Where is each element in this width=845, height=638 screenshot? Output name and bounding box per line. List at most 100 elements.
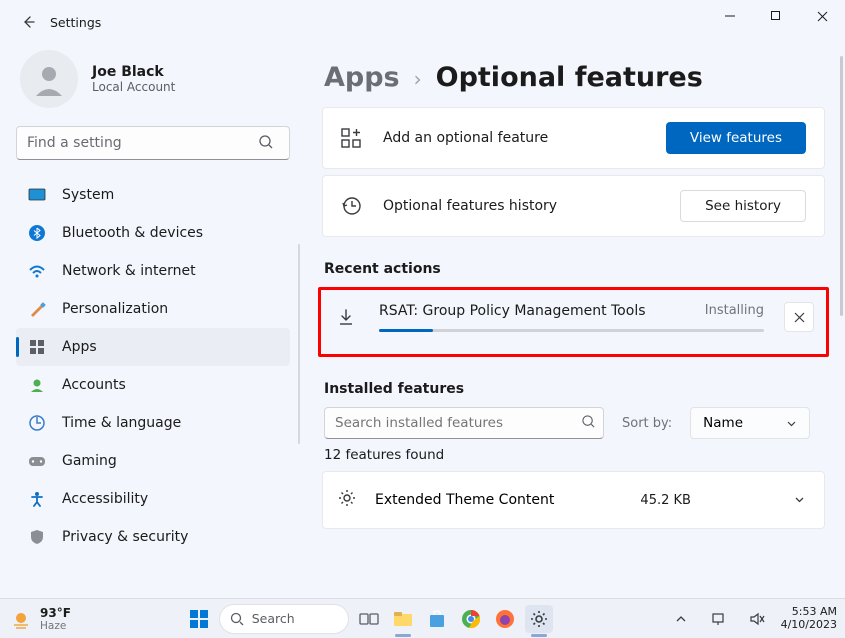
- tray-expand-button[interactable]: [667, 605, 695, 633]
- close-icon: [794, 312, 805, 323]
- windows-icon: [189, 609, 209, 629]
- page-title: Optional features: [436, 62, 703, 93]
- bluetooth-icon: [28, 224, 46, 242]
- content-pane: Apps › Optional features Add an optional…: [300, 44, 845, 598]
- taskbar-app-store[interactable]: [423, 605, 451, 633]
- tray-volume-button[interactable]: [743, 605, 771, 633]
- nav-list: System Bluetooth & devices Network & int…: [16, 176, 290, 556]
- taskbar-app-settings[interactable]: [525, 605, 553, 633]
- weather-widget[interactable]: 93°F Haze: [10, 606, 71, 632]
- sidebar-item-network[interactable]: Network & internet: [16, 252, 290, 290]
- volume-mute-icon: [749, 612, 765, 626]
- see-history-button[interactable]: See history: [680, 190, 806, 222]
- sidebar-item-system[interactable]: System: [16, 176, 290, 214]
- store-icon: [427, 609, 447, 629]
- add-feature-label: Add an optional feature: [383, 130, 648, 146]
- installed-search[interactable]: [324, 407, 604, 439]
- installed-search-input[interactable]: [324, 407, 604, 439]
- sidebar-item-privacy[interactable]: Privacy & security: [16, 518, 290, 556]
- nav-label: System: [62, 187, 114, 203]
- taskbar-app-explorer[interactable]: [389, 605, 417, 633]
- task-view-button[interactable]: [355, 605, 383, 633]
- gamepad-icon: [28, 452, 46, 470]
- chevron-down-icon: [793, 491, 806, 510]
- view-features-button[interactable]: View features: [666, 122, 806, 154]
- download-row: RSAT: Group Policy Management Tools Inst…: [327, 298, 820, 336]
- taskbar-clock[interactable]: 5:53 AM 4/10/2023: [781, 606, 837, 631]
- feature-name: Extended Theme Content: [375, 492, 554, 508]
- add-feature-card: Add an optional feature View features: [322, 107, 825, 169]
- sidebar-item-time[interactable]: Time & language: [16, 404, 290, 442]
- taskbar-search[interactable]: Search: [219, 604, 349, 634]
- taskbar: 93°F Haze Search 5:53 AM 4/10/2023: [0, 598, 845, 638]
- person-icon: [30, 60, 68, 98]
- feature-size: 45.2 KB: [640, 493, 691, 508]
- sidebar: Joe Black Local Account System Bluetooth…: [0, 44, 300, 598]
- features-count: 12 features found: [324, 447, 825, 463]
- download-name: RSAT: Group Policy Management Tools: [379, 303, 646, 319]
- sidebar-item-accounts[interactable]: Accounts: [16, 366, 290, 404]
- window-controls: [707, 0, 845, 32]
- avatar: [20, 50, 78, 108]
- shield-icon: [28, 528, 46, 546]
- installed-features-heading: Installed features: [324, 381, 825, 397]
- cancel-download-button[interactable]: [784, 302, 814, 332]
- sidebar-item-personalization[interactable]: Personalization: [16, 290, 290, 328]
- clock-date: 4/10/2023: [781, 619, 837, 632]
- sun-haze-icon: [10, 608, 32, 630]
- add-grid-icon: [337, 127, 365, 149]
- clock-time: 5:53 AM: [781, 606, 837, 619]
- sidebar-item-accessibility[interactable]: Accessibility: [16, 480, 290, 518]
- history-card: Optional features history See history: [322, 175, 825, 237]
- filter-row: Sort by: Name: [324, 407, 825, 439]
- nav-label: Accounts: [62, 377, 126, 393]
- sort-by-label: Sort by:: [622, 416, 672, 431]
- tray-network-button[interactable]: [705, 605, 733, 633]
- nav-label: Bluetooth & devices: [62, 225, 203, 241]
- history-icon: [337, 195, 365, 217]
- accessibility-icon: [28, 490, 46, 508]
- start-button[interactable]: [185, 605, 213, 633]
- minimize-button[interactable]: [707, 0, 753, 32]
- search-input[interactable]: [16, 126, 290, 160]
- account-icon: [28, 376, 46, 394]
- nav-label: Apps: [62, 339, 97, 355]
- titlebar: Settings: [0, 0, 845, 44]
- clock-globe-icon: [28, 414, 46, 432]
- progress-bar: [379, 329, 764, 332]
- weather-temp: 93°F: [40, 606, 71, 620]
- network-icon: [711, 612, 727, 626]
- chevron-down-icon: [786, 418, 797, 429]
- sort-dropdown[interactable]: Name: [690, 407, 810, 439]
- maximize-button[interactable]: [753, 0, 799, 32]
- feature-row[interactable]: Extended Theme Content 45.2 KB: [322, 471, 825, 529]
- window-title: Settings: [50, 15, 101, 30]
- nav-label: Privacy & security: [62, 529, 188, 545]
- sidebar-item-gaming[interactable]: Gaming: [16, 442, 290, 480]
- taskbar-app-firefox[interactable]: [491, 605, 519, 633]
- firefox-icon: [495, 609, 515, 629]
- sidebar-item-apps[interactable]: Apps: [16, 328, 290, 366]
- display-icon: [28, 186, 46, 204]
- profile-name: Joe Black: [92, 64, 175, 80]
- close-button[interactable]: [799, 0, 845, 32]
- find-setting-search[interactable]: [16, 126, 288, 160]
- explorer-icon: [392, 610, 414, 628]
- apps-icon: [28, 338, 46, 356]
- sidebar-item-bluetooth[interactable]: Bluetooth & devices: [16, 214, 290, 252]
- nav-label: Accessibility: [62, 491, 148, 507]
- breadcrumb: Apps › Optional features: [310, 62, 835, 93]
- taskbar-app-chrome[interactable]: [457, 605, 485, 633]
- taskbar-search-label: Search: [252, 611, 295, 626]
- breadcrumb-root[interactable]: Apps: [324, 62, 400, 93]
- profile-block[interactable]: Joe Black Local Account: [16, 44, 290, 120]
- back-button[interactable]: [12, 6, 44, 38]
- nav-label: Gaming: [62, 453, 117, 469]
- task-view-icon: [359, 611, 379, 627]
- paintbrush-icon: [28, 300, 46, 318]
- search-icon: [581, 414, 596, 433]
- chevron-up-icon: [675, 613, 687, 625]
- content-scroll-thumb[interactable]: [840, 56, 843, 316]
- nav-label: Network & internet: [62, 263, 196, 279]
- gear-icon: [529, 609, 549, 629]
